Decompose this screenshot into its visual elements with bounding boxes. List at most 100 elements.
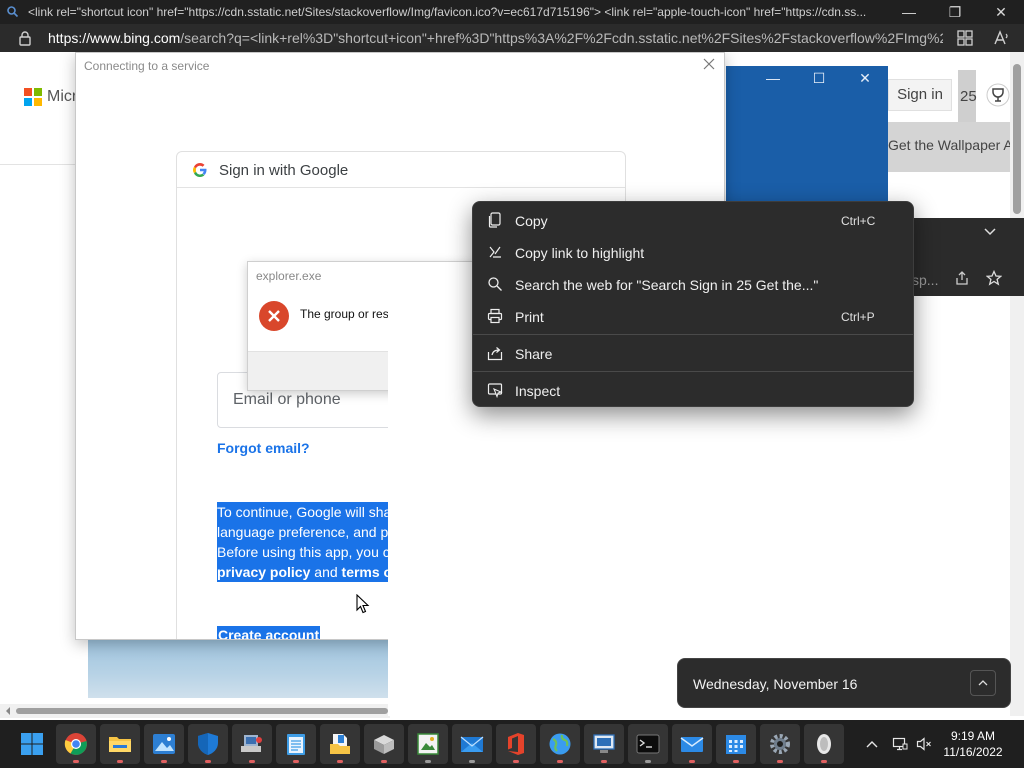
mouse-cursor-icon xyxy=(356,594,370,614)
running-indicator xyxy=(381,760,387,763)
minimize-button[interactable]: — xyxy=(886,0,932,24)
taskbar-calendar[interactable] xyxy=(716,724,756,764)
taskbar-file-manager[interactable] xyxy=(320,724,360,764)
package-icon xyxy=(374,735,394,754)
menu-item-label: Copy link to highlight xyxy=(515,245,645,261)
taskbar-photos[interactable] xyxy=(144,724,184,764)
running-indicator xyxy=(293,760,299,763)
app-icon xyxy=(817,734,831,754)
background-image xyxy=(88,640,388,698)
consent-conjunction: and xyxy=(310,564,342,580)
scrollbar-thumb[interactable] xyxy=(1013,64,1021,214)
taskbar-internet-globe[interactable] xyxy=(540,724,580,764)
wallpaper-promo-banner[interactable]: Get the Wallpaper Ap xyxy=(888,122,1010,172)
chrome-icon xyxy=(64,733,87,755)
date-flyout: Wednesday, November 16 xyxy=(677,658,1011,708)
favorite-star-icon[interactable] xyxy=(986,270,1002,286)
taskbar-mail[interactable] xyxy=(672,724,712,764)
copy-link-icon xyxy=(489,246,501,258)
taskbar-notepad[interactable] xyxy=(276,724,316,764)
running-indicator xyxy=(645,760,651,763)
menu-item-inspect[interactable]: Inspect xyxy=(477,374,909,406)
taskbar-network-tool[interactable] xyxy=(232,724,272,764)
microsoft-logo-text: Micr xyxy=(47,88,78,105)
consent-line: To continue, Google will sha xyxy=(217,502,394,522)
taskbar: 9:19 AM 11/16/2022 xyxy=(0,720,1024,768)
restore-button[interactable]: ❐ xyxy=(932,0,978,24)
menu-item-search-web[interactable]: Search the web for "Search Sign in 25 Ge… xyxy=(477,268,909,300)
taskbar-remote-desktop[interactable] xyxy=(584,724,624,764)
privacy-policy-link[interactable]: privacy policy xyxy=(217,564,310,580)
lock-icon xyxy=(19,31,31,46)
apps-grid-icon[interactable] xyxy=(956,29,974,47)
create-account-link[interactable]: Create account xyxy=(217,626,321,639)
menu-item-print[interactable]: Print Ctrl+P xyxy=(477,300,909,332)
mail-icon xyxy=(680,737,704,752)
horizontal-scrollbar[interactable] xyxy=(0,704,390,718)
running-indicator xyxy=(73,760,79,763)
taskbar-chrome[interactable] xyxy=(56,724,96,764)
expand-calendar-button[interactable] xyxy=(970,670,996,696)
volume-muted-icon[interactable] xyxy=(916,736,932,752)
consent-line-links: privacy policy and terms of xyxy=(217,562,399,582)
divider xyxy=(0,164,80,165)
calendar-icon xyxy=(726,735,746,754)
copy-icon xyxy=(488,212,501,228)
search-icon xyxy=(488,277,502,291)
file-manager-icon xyxy=(330,734,350,754)
forgot-email-link[interactable]: Forgot email? xyxy=(217,440,310,456)
running-indicator xyxy=(777,760,783,763)
bg-minimize-button[interactable]: — xyxy=(758,70,788,90)
running-indicator xyxy=(469,760,475,763)
taskbar-terminal[interactable] xyxy=(628,724,668,764)
clock-date: 11/16/2022 xyxy=(943,745,1003,759)
vertical-scrollbar[interactable] xyxy=(1010,52,1024,716)
image-viewer-icon xyxy=(417,733,439,755)
chevron-down-icon[interactable] xyxy=(982,223,998,239)
taskbar-office[interactable] xyxy=(496,724,536,764)
share-icon[interactable] xyxy=(954,270,970,286)
taskbar-package[interactable] xyxy=(364,724,404,764)
menu-separator xyxy=(473,371,913,372)
address-bar[interactable]: https://www.bing.com/search?q=<link+rel%… xyxy=(0,24,1024,52)
bg-maximize-button[interactable]: ☐ xyxy=(804,70,834,90)
start-button[interactable] xyxy=(12,724,52,764)
folder-icon xyxy=(109,737,131,752)
running-indicator xyxy=(117,760,123,763)
windows-start-icon xyxy=(21,733,43,755)
context-menu: Copy Ctrl+C Copy link to highlight Searc… xyxy=(472,201,914,407)
close-icon[interactable] xyxy=(702,57,716,71)
taskbar-file-explorer[interactable] xyxy=(100,724,140,764)
read-aloud-icon[interactable] xyxy=(992,29,1010,47)
menu-item-label: Inspect xyxy=(515,383,561,399)
running-indicator xyxy=(821,760,827,763)
menu-shortcut: Ctrl+C xyxy=(841,214,876,228)
menu-item-share[interactable]: Share xyxy=(477,337,909,369)
menu-shortcut: Ctrl+P xyxy=(841,310,875,324)
taskbar-mail-app[interactable] xyxy=(452,724,492,764)
menu-item-label: Search the web for "Search Sign in 25 Ge… xyxy=(515,277,819,293)
url-text[interactable]: https://www.bing.com/search?q=<link+rel%… xyxy=(48,30,943,46)
bg-close-button[interactable]: ✕ xyxy=(850,70,880,90)
taskbar-image-viewer[interactable] xyxy=(408,724,448,764)
chevron-up-icon xyxy=(978,680,988,686)
gear-icon xyxy=(770,734,790,754)
bing-sign-in-button[interactable]: Sign in xyxy=(888,79,952,111)
hscroll-thumb[interactable] xyxy=(16,708,388,714)
network-computer-icon xyxy=(241,735,262,752)
rewards-count[interactable]: 25 xyxy=(960,88,977,105)
menu-item-copy-link-to-highlight[interactable]: Copy link to highlight xyxy=(477,236,909,268)
menu-item-label: Copy xyxy=(515,213,548,229)
close-button[interactable]: ✕ xyxy=(978,0,1024,24)
taskbar-settings[interactable] xyxy=(760,724,800,764)
rewards-trophy-icon[interactable] xyxy=(986,83,1010,107)
google-header-text: Sign in with Google xyxy=(219,162,349,179)
chevron-up-icon[interactable] xyxy=(864,736,880,752)
menu-item-copy[interactable]: Copy Ctrl+C xyxy=(477,204,909,236)
network-icon[interactable] xyxy=(892,736,908,752)
taskbar-windows-security[interactable] xyxy=(188,724,228,764)
scroll-left-icon[interactable] xyxy=(4,707,12,715)
taskbar-clock[interactable]: 9:19 AM 11/16/2022 xyxy=(940,728,1006,760)
taskbar-unknown-app[interactable] xyxy=(804,724,844,764)
menu-item-label: Share xyxy=(515,346,553,362)
